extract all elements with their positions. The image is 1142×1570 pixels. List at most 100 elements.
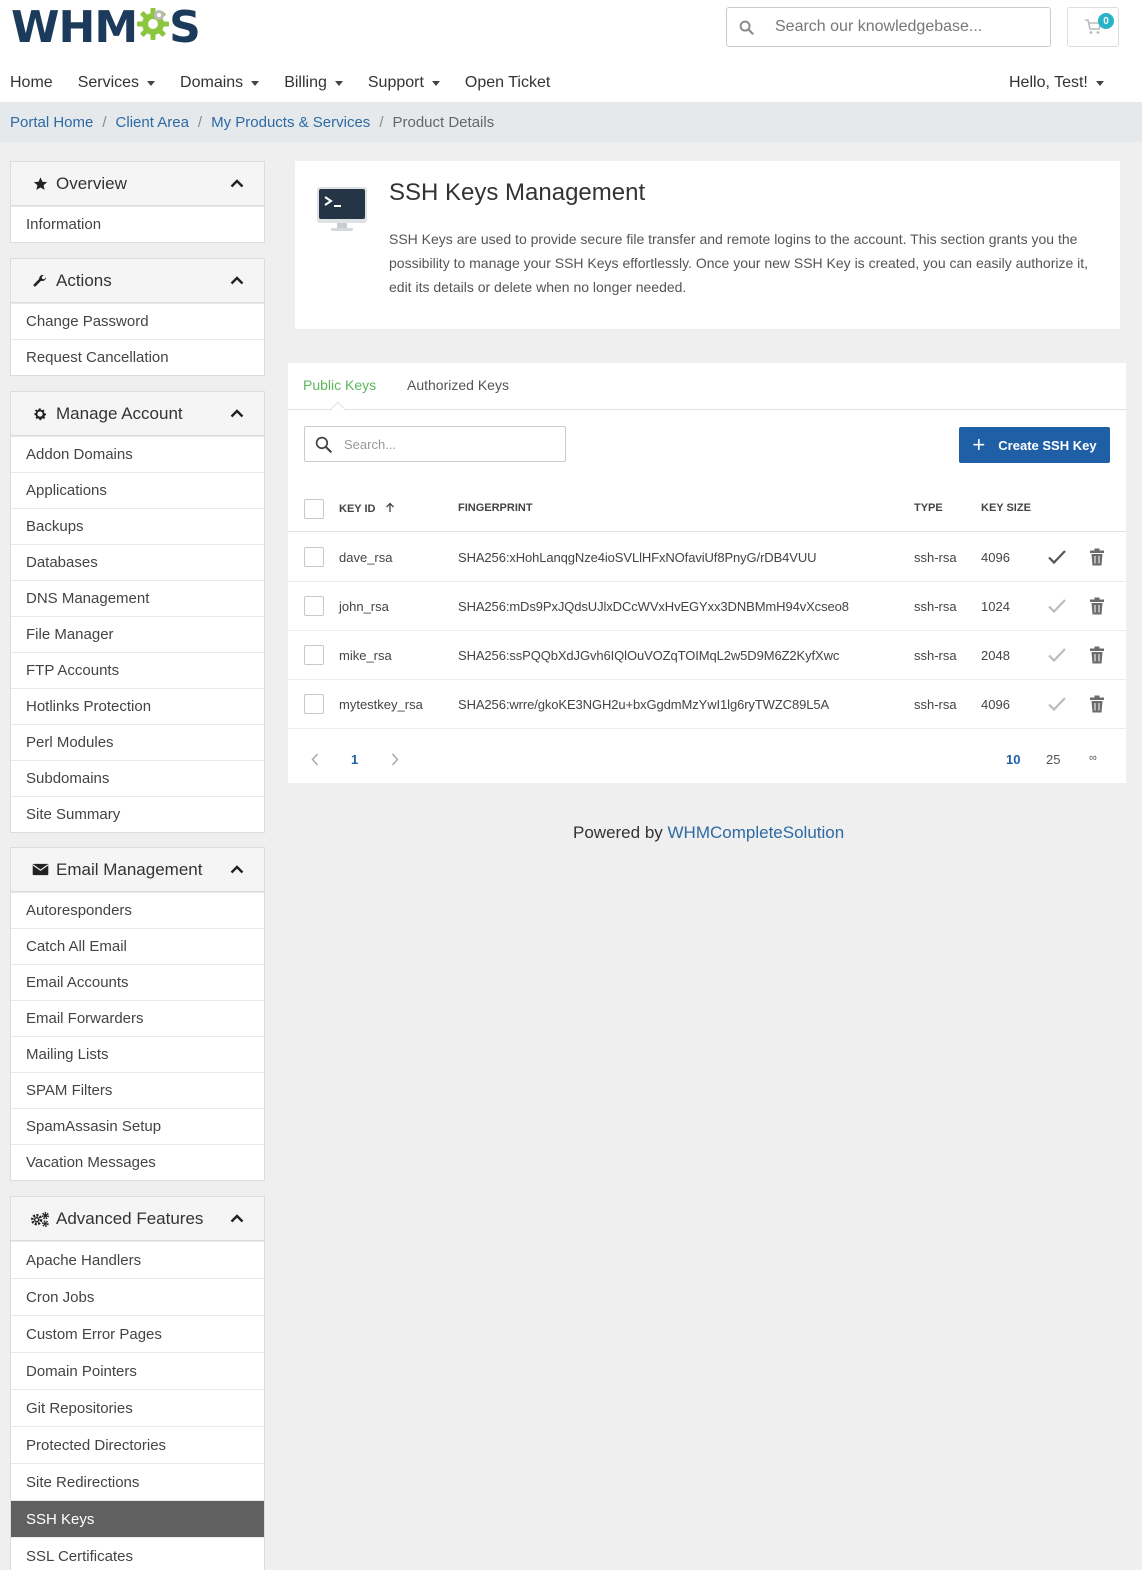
breadcrumb-client-area[interactable]: Client Area <box>116 114 189 131</box>
star-icon <box>30 175 50 193</box>
sidebar-item-change-password[interactable]: Change Password <box>11 303 264 339</box>
ssh-keys-table-card: Public Keys Authorized Keys + Create SSH… <box>288 363 1126 783</box>
search-icon <box>305 436 341 453</box>
sidebar-item-file-manager[interactable]: File Manager <box>11 616 264 652</box>
sidebar-item-autoresponders[interactable]: Autoresponders <box>11 892 264 928</box>
nav-home[interactable]: Home <box>10 74 53 92</box>
sidebar-item-cron-jobs[interactable]: Cron Jobs <box>11 1278 264 1315</box>
panel-header-manage-account[interactable]: Manage Account <box>11 392 264 436</box>
sidebar-item-spam-filters[interactable]: SPAM Filters <box>11 1072 264 1108</box>
sidebar-item-ssh-keys[interactable]: SSH Keys <box>11 1500 264 1537</box>
breadcrumb-portal-home[interactable]: Portal Home <box>10 114 93 131</box>
page-number-current[interactable]: 1 <box>351 752 358 767</box>
page-size-all[interactable]: ∞ <box>1089 752 1097 764</box>
create-ssh-key-button[interactable]: + Create SSH Key <box>959 427 1110 463</box>
authorize-check-icon[interactable] <box>1047 695 1067 713</box>
sidebar-item-dns-management[interactable]: DNS Management <box>11 580 264 616</box>
breadcrumb-separator: / <box>197 113 203 131</box>
nav-open-ticket[interactable]: Open Ticket <box>465 74 550 92</box>
footer-whmcs-link[interactable]: WHMCompleteSolution <box>668 823 845 842</box>
tab-public-keys[interactable]: Public Keys <box>303 377 376 393</box>
knowledgebase-search[interactable] <box>726 7 1051 47</box>
row-key-size: 1024 <box>981 599 1010 614</box>
page-size-10[interactable]: 10 <box>1006 752 1020 767</box>
create-ssh-key-label: Create SSH Key <box>998 437 1097 453</box>
chevron-right-icon[interactable] <box>391 753 399 766</box>
page-size-25[interactable]: 25 <box>1046 752 1060 767</box>
sidebar-item-vacation-messages[interactable]: Vacation Messages <box>11 1144 264 1180</box>
column-key-id-label: Key ID <box>339 503 376 515</box>
sidebar-item-protected-directories[interactable]: Protected Directories <box>11 1426 264 1463</box>
user-menu[interactable]: Hello, Test! <box>1009 70 1104 96</box>
table-row: john_rsa SHA256:mDs9PxJQdsUJlxDCcWVxHvEG… <box>288 582 1126 631</box>
row-fingerprint: SHA256:xHohLanqgNze4ioSVLlHFxNOfaviUf8Pn… <box>458 550 817 565</box>
sidebar-item-domain-pointers[interactable]: Domain Pointers <box>11 1352 264 1389</box>
sidebar-item-apache-handlers[interactable]: Apache Handlers <box>11 1241 264 1278</box>
row-checkbox[interactable] <box>304 596 324 616</box>
sidebar-item-request-cancellation[interactable]: Request Cancellation <box>11 339 264 375</box>
sidebar-item-catch-all-email[interactable]: Catch All Email <box>11 928 264 964</box>
sidebar-panel-advanced-features: Advanced Features Apache Handlers Cron J… <box>10 1196 265 1570</box>
row-checkbox[interactable] <box>304 547 324 567</box>
tab-authorized-keys[interactable]: Authorized Keys <box>407 377 509 393</box>
sidebar-item-backups[interactable]: Backups <box>11 508 264 544</box>
row-key-size: 2048 <box>981 648 1010 663</box>
column-key-id[interactable]: Key ID <box>339 502 395 515</box>
caret-down-icon <box>334 80 343 86</box>
sidebar-item-custom-error-pages[interactable]: Custom Error Pages <box>11 1315 264 1352</box>
row-key-size: 4096 <box>981 550 1010 565</box>
panel-header-advanced-features[interactable]: Advanced Features <box>11 1197 264 1241</box>
authorize-check-icon[interactable] <box>1047 548 1067 566</box>
delete-trash-icon[interactable] <box>1089 548 1105 566</box>
authorize-check-icon[interactable] <box>1047 646 1067 664</box>
knowledgebase-search-input[interactable] <box>775 18 1035 36</box>
row-key-id: dave_rsa <box>339 550 393 565</box>
sidebar-item-site-redirections[interactable]: Site Redirections <box>11 1463 264 1500</box>
cart-button[interactable]: 0 <box>1067 7 1119 47</box>
sidebar-item-information[interactable]: Information <box>11 206 264 242</box>
panel-title: Overview <box>56 173 127 193</box>
row-checkbox[interactable] <box>304 645 324 665</box>
sidebar-item-ftp-accounts[interactable]: FTP Accounts <box>11 652 264 688</box>
sidebar-item-site-summary[interactable]: Site Summary <box>11 796 264 832</box>
sidebar-item-spamassasin-setup[interactable]: SpamAssasin Setup <box>11 1108 264 1144</box>
nav-domains[interactable]: Domains <box>180 74 260 92</box>
sidebar-item-git-repositories[interactable]: Git Repositories <box>11 1389 264 1426</box>
sidebar-item-mailing-lists[interactable]: Mailing Lists <box>11 1036 264 1072</box>
column-fingerprint[interactable]: Fingerprint <box>458 502 533 514</box>
delete-trash-icon[interactable] <box>1089 695 1105 713</box>
row-checkbox[interactable] <box>304 694 324 714</box>
chevron-left-icon[interactable] <box>311 753 319 766</box>
panel-header-overview[interactable]: Overview <box>11 162 264 206</box>
table-search-input[interactable] <box>344 436 544 452</box>
table-header: Key ID Fingerprint Type Key Size <box>288 488 1126 532</box>
sidebar-item-ssl-certificates[interactable]: SSL Certificates <box>11 1537 264 1570</box>
authorize-check-icon[interactable] <box>1047 597 1067 615</box>
column-type[interactable]: Type <box>914 502 943 514</box>
nav-services[interactable]: Services <box>77 74 156 92</box>
nav-services-label: Services <box>77 74 140 91</box>
sidebar-item-databases[interactable]: Databases <box>11 544 264 580</box>
sidebar-item-hotlinks-protection[interactable]: Hotlinks Protection <box>11 688 264 724</box>
column-key-size[interactable]: Key Size <box>981 502 1031 514</box>
panel-header-email-management[interactable]: Email Management <box>11 848 264 892</box>
whmcs-logo[interactable]: WHM S <box>11 6 201 50</box>
nav-billing[interactable]: Billing <box>284 74 343 92</box>
nav-support[interactable]: Support <box>368 74 440 92</box>
sidebar-item-addon-domains[interactable]: Addon Domains <box>11 436 264 472</box>
sidebar-item-subdomains[interactable]: Subdomains <box>11 760 264 796</box>
table-pagination: 1 10 25 ∞ <box>288 735 1126 783</box>
chevron-up-icon <box>230 1214 244 1223</box>
chevron-up-icon <box>230 276 244 285</box>
wrench-icon <box>30 272 50 290</box>
sidebar-item-perl-modules[interactable]: Perl Modules <box>11 724 264 760</box>
delete-trash-icon[interactable] <box>1089 597 1105 615</box>
sidebar-item-applications[interactable]: Applications <box>11 472 264 508</box>
breadcrumb-my-products[interactable]: My Products & Services <box>211 114 370 131</box>
sidebar-item-email-forwarders[interactable]: Email Forwarders <box>11 1000 264 1036</box>
table-search[interactable] <box>304 426 566 462</box>
delete-trash-icon[interactable] <box>1089 646 1105 664</box>
panel-header-actions[interactable]: Actions <box>11 259 264 303</box>
sidebar-item-email-accounts[interactable]: Email Accounts <box>11 964 264 1000</box>
select-all-checkbox[interactable] <box>304 499 324 519</box>
